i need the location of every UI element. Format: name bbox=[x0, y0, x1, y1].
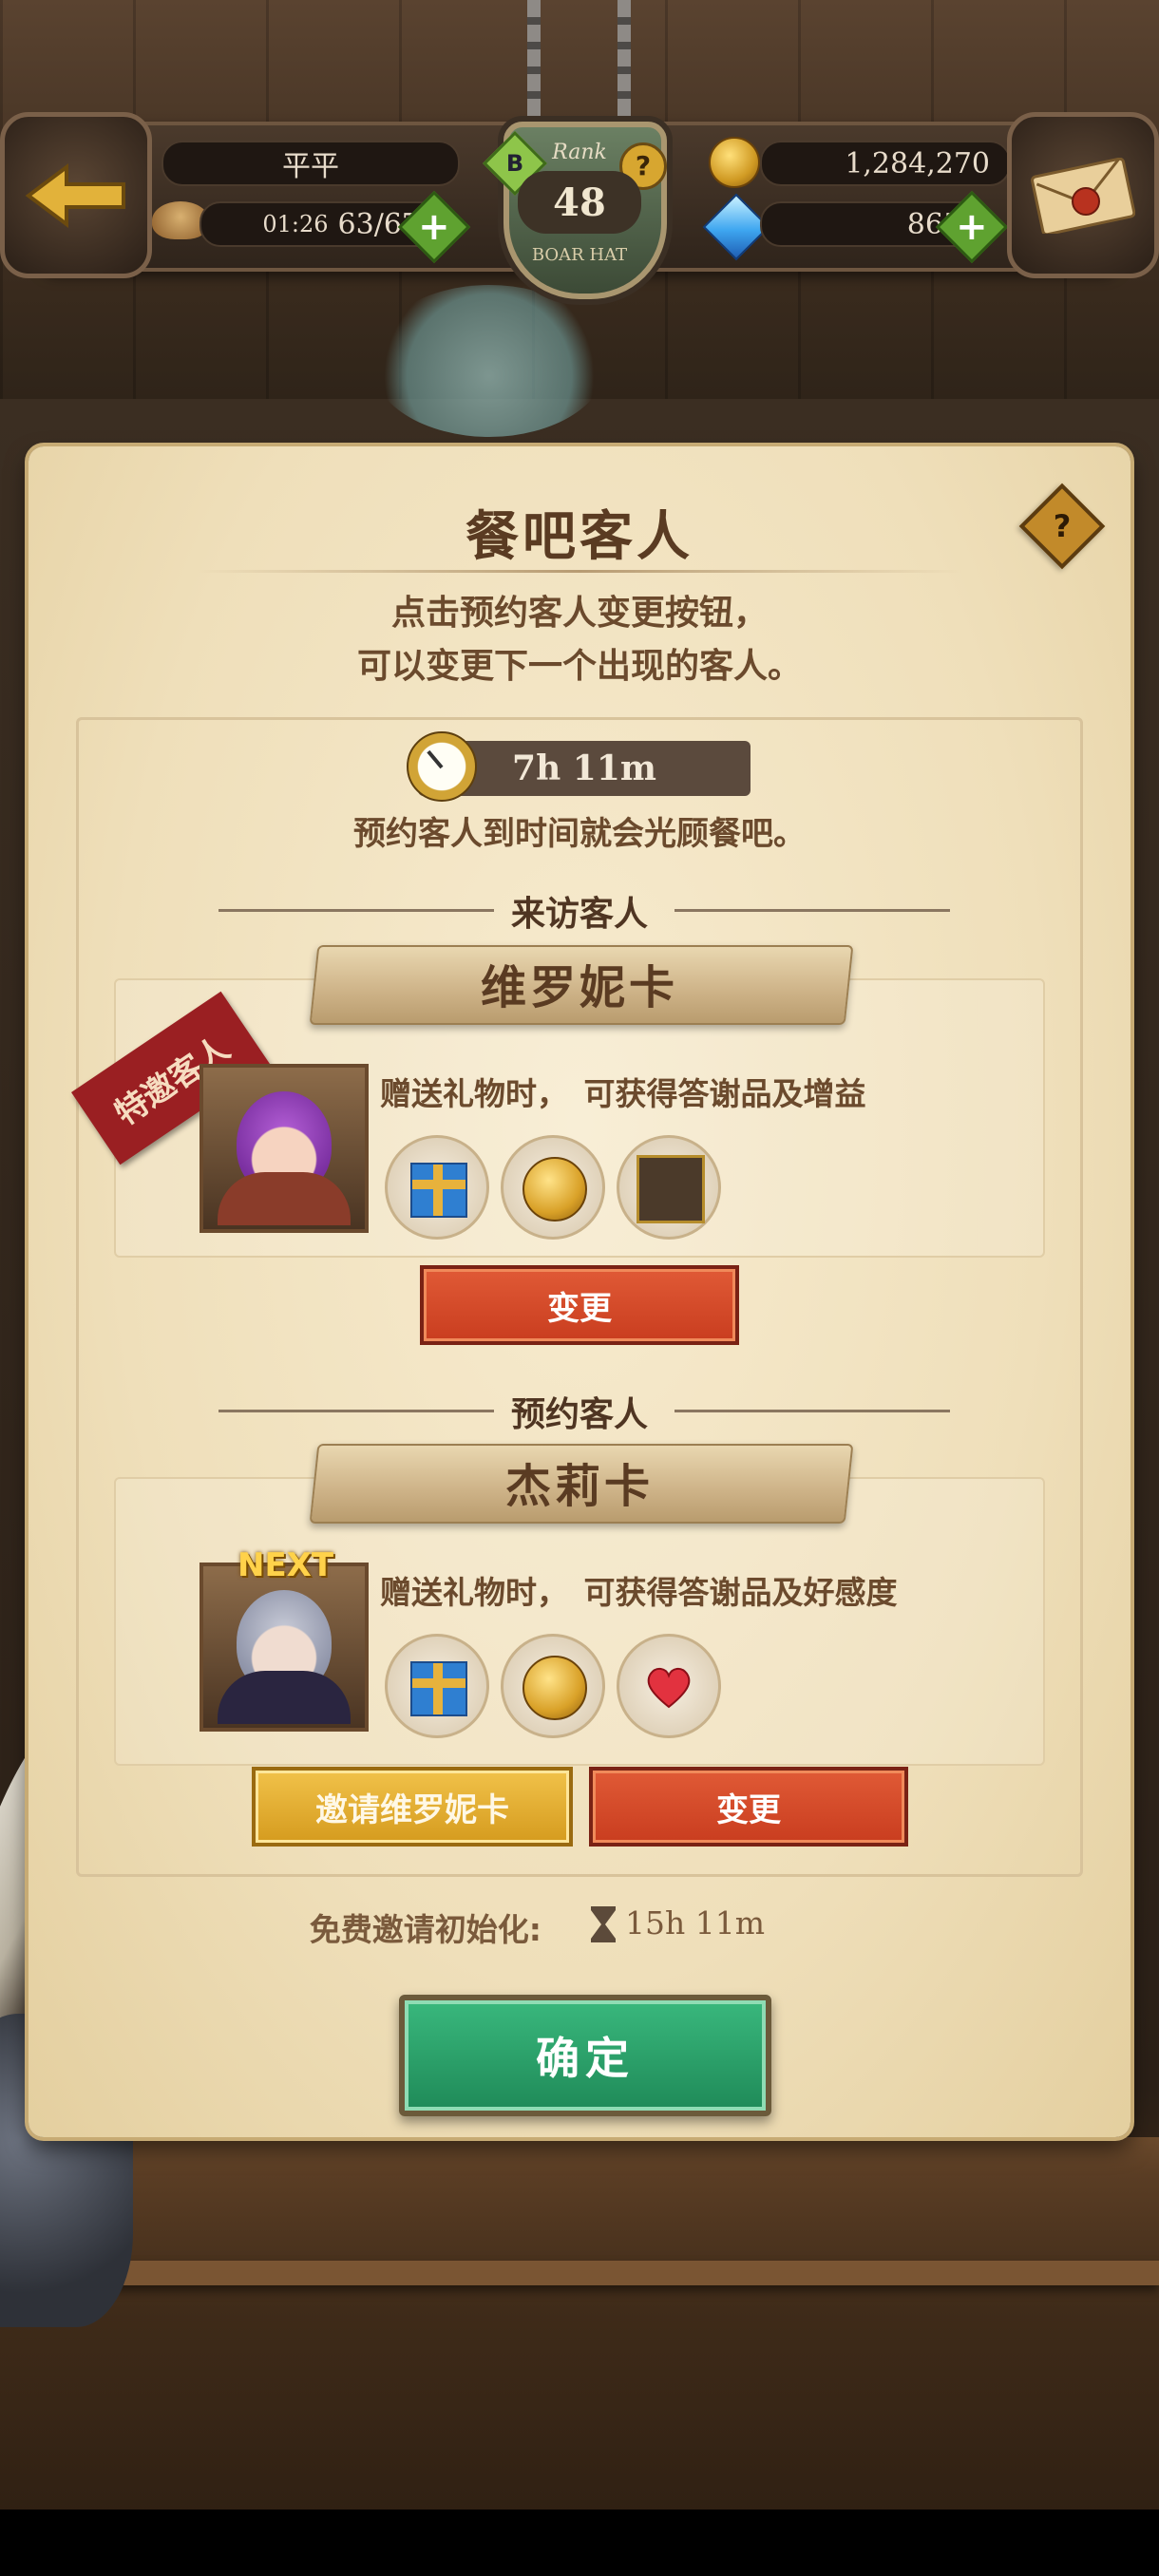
visiting-guest-portrait[interactable] bbox=[200, 1064, 369, 1233]
confirm-button[interactable]: 确定 bbox=[399, 1995, 771, 2116]
heart-icon bbox=[647, 1668, 691, 1709]
description-line-2: 可以变更下一个出现的客人。 bbox=[356, 647, 802, 686]
gold-coin-icon bbox=[709, 137, 760, 188]
tavern-name: BOAR HAT bbox=[531, 245, 628, 265]
system-bar bbox=[0, 2510, 1159, 2576]
change-visiting-guest-button[interactable]: 变更 bbox=[420, 1265, 739, 1345]
reserved-guest-portrait[interactable] bbox=[200, 1563, 369, 1732]
guest-body bbox=[218, 1671, 351, 1724]
reserved-gift-description: 赠送礼物时， 可获得答谢品及好感度 bbox=[380, 1574, 898, 1611]
free-invite-reset-label: 免费邀请初始化: bbox=[309, 1911, 542, 1948]
gift-box-icon bbox=[410, 1661, 467, 1716]
window-light bbox=[370, 285, 608, 437]
guest-body bbox=[218, 1172, 351, 1225]
hourglass-icon bbox=[591, 1906, 616, 1942]
question-icon: ? bbox=[1053, 508, 1072, 544]
mail-button[interactable] bbox=[1007, 112, 1159, 278]
reserved-section-title: 预约客人 bbox=[510, 1395, 648, 1434]
invite-guest-button[interactable]: 邀请维罗妮卡 bbox=[252, 1767, 573, 1847]
description-line-1: 点击预约客人变更按钮， bbox=[390, 594, 768, 633]
change-reserved-guest-button[interactable]: 变更 bbox=[589, 1767, 908, 1847]
visiting-guest-name: 维罗妮卡 bbox=[480, 961, 678, 1014]
timer-note: 预约客人到时间就会光顾餐吧。 bbox=[353, 815, 806, 853]
rank-level: 48 bbox=[518, 171, 641, 234]
back-arrow-icon bbox=[25, 162, 125, 228]
gold-coin-icon bbox=[522, 1157, 587, 1222]
next-label: NEXT bbox=[238, 1546, 334, 1584]
visiting-section-title: 来访客人 bbox=[510, 895, 648, 934]
panel-description: 点击预约客人变更按钮， 可以变更下一个出现的客人。 bbox=[28, 587, 1130, 693]
visiting-gift-description: 赠送礼物时， 可获得答谢品及增益 bbox=[380, 1075, 866, 1112]
top-hud: 平平 01:26 63/67 + B Rank ? 48 BOAR HAT 1,… bbox=[0, 0, 1159, 299]
item-bag-icon bbox=[636, 1155, 705, 1223]
chain-decoration bbox=[527, 0, 541, 123]
gift-box-icon bbox=[410, 1163, 467, 1218]
gold-amount: 1,284,270 bbox=[760, 141, 1011, 186]
panel-title: 餐吧客人 bbox=[466, 506, 694, 568]
reward-slot[interactable] bbox=[501, 1135, 605, 1240]
reserved-guest-name: 杰莉卡 bbox=[504, 1460, 654, 1513]
reward-slot[interactable] bbox=[617, 1634, 721, 1738]
counter-edge bbox=[0, 2261, 1159, 2285]
rank-crest[interactable]: B Rank ? 48 BOAR HAT bbox=[466, 112, 694, 302]
player-name: 平平 bbox=[162, 141, 460, 186]
tavern-guest-panel: 餐吧客人 ? 点击预约客人变更按钮， 可以变更下一个出现的客人。 7h 11m … bbox=[28, 446, 1130, 2137]
gold-coin-icon bbox=[522, 1656, 587, 1720]
reward-slot[interactable] bbox=[385, 1135, 489, 1240]
stopwatch-icon bbox=[407, 731, 477, 802]
back-button[interactable] bbox=[0, 112, 152, 278]
title-divider bbox=[195, 570, 964, 573]
free-invite-reset-time: 15h 11m bbox=[625, 1904, 766, 1941]
reward-slot[interactable] bbox=[501, 1634, 605, 1738]
envelope-icon bbox=[1031, 157, 1135, 234]
reward-slot[interactable] bbox=[385, 1634, 489, 1738]
chain-decoration bbox=[618, 0, 631, 123]
reward-slot[interactable] bbox=[617, 1135, 721, 1240]
stamina-timer: 01:26 bbox=[262, 211, 329, 237]
